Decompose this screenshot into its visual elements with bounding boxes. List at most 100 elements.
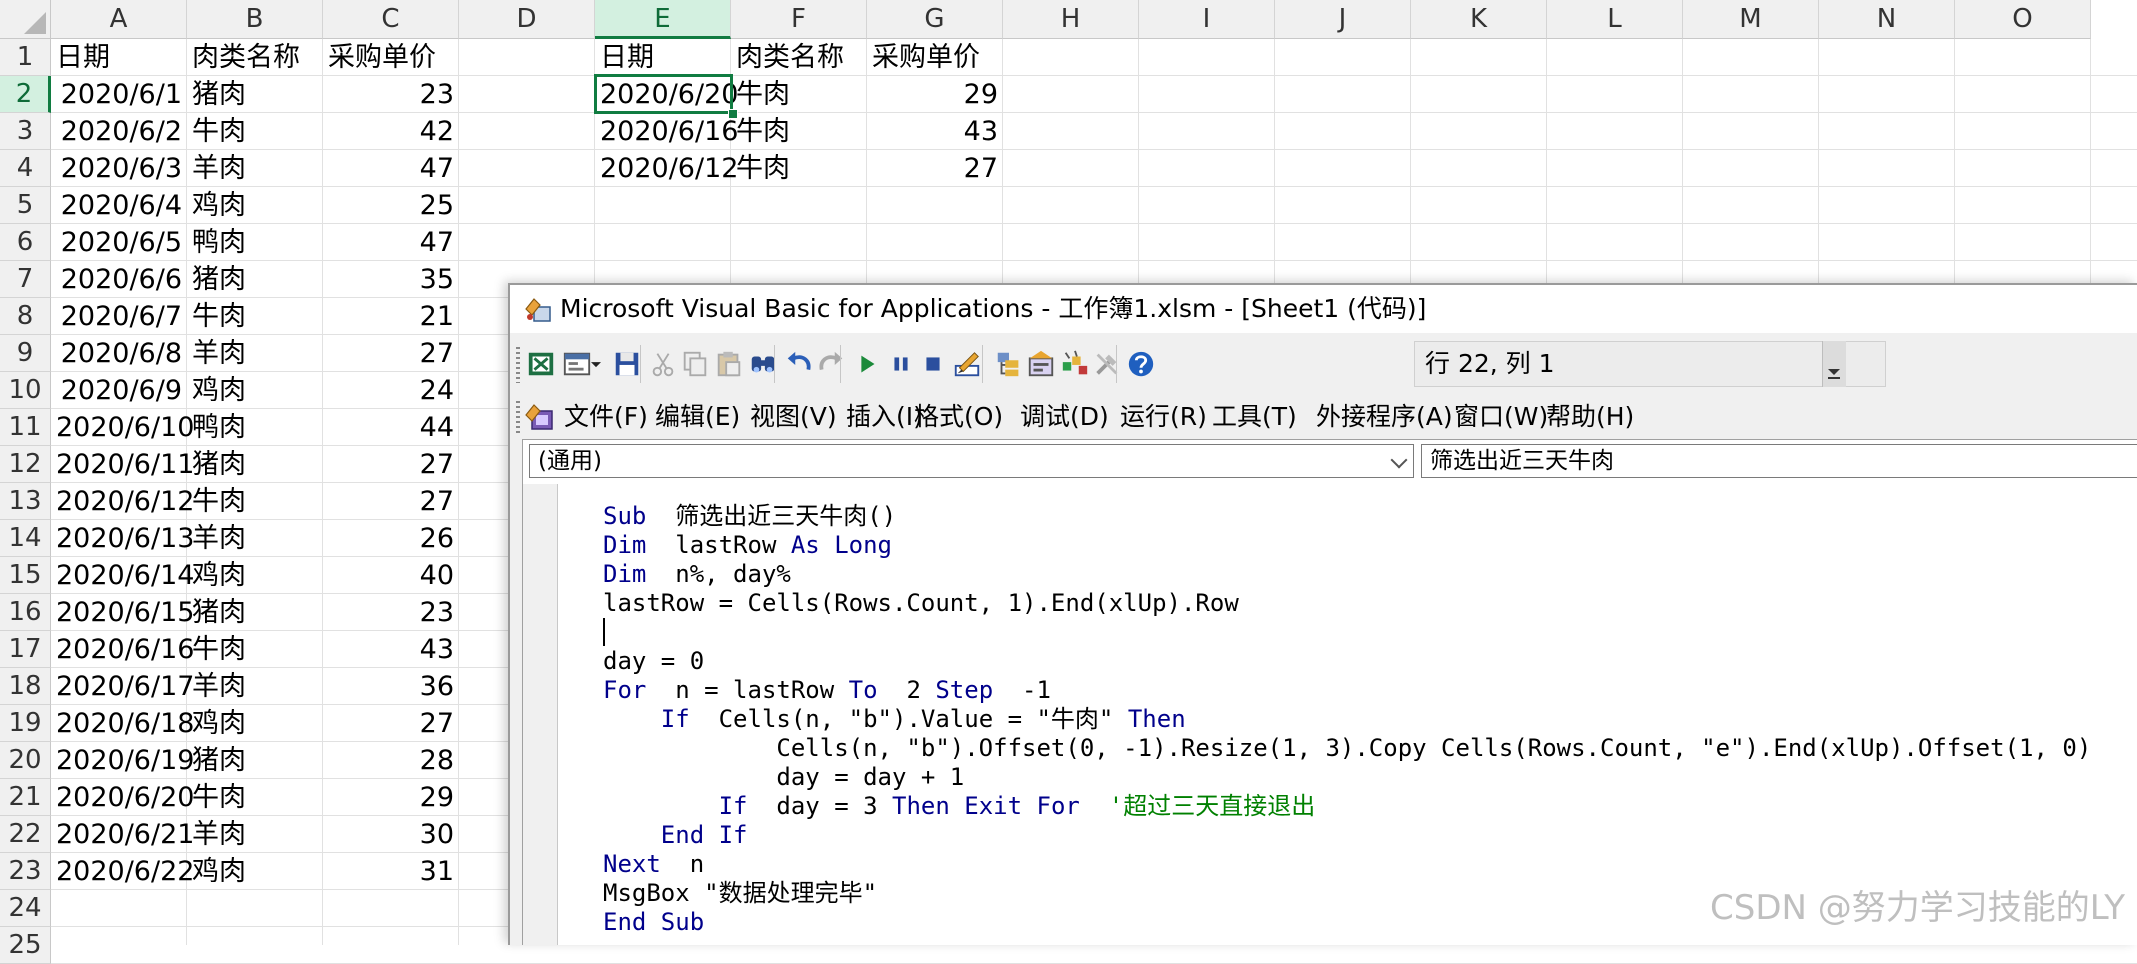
unit-price-cell[interactable]: 21 xyxy=(323,298,459,335)
meat-name-cell[interactable]: 牛肉 xyxy=(187,631,323,668)
meat-name-cell[interactable]: 羊肉 xyxy=(187,150,323,187)
code-margin-indicator-bar[interactable] xyxy=(523,484,558,945)
row-header-9[interactable]: 9 xyxy=(0,335,51,372)
date-cell[interactable]: 2020/6/17 xyxy=(51,668,194,705)
code-line[interactable]: End Sub xyxy=(603,908,704,937)
unit-price-cell[interactable]: 43 xyxy=(867,113,1003,150)
code-line[interactable]: Cells(n, "b").Offset(0, -1).Resize(1, 3)… xyxy=(603,734,2091,763)
date-cell[interactable]: 2020/6/21 xyxy=(51,816,194,853)
unit-price-cell[interactable]: 30 xyxy=(323,816,459,853)
meat-name-cell[interactable]: 羊肉 xyxy=(187,335,323,372)
table-header-cell[interactable]: 采购单价 xyxy=(323,39,459,76)
properties-button[interactable] xyxy=(1024,347,1058,381)
code-line[interactable]: day = 0 xyxy=(603,647,704,676)
column-header-c[interactable]: C xyxy=(323,0,459,39)
column-header-k[interactable]: K xyxy=(1411,0,1547,39)
menu-item-3[interactable]: 插入(I) xyxy=(846,399,923,435)
date-cell[interactable]: 2020/6/12 xyxy=(51,483,194,520)
unit-price-cell[interactable]: 27 xyxy=(323,335,459,372)
unit-price-cell[interactable]: 35 xyxy=(323,261,459,298)
date-cell[interactable]: 2020/6/7 xyxy=(51,298,187,335)
unit-price-cell[interactable]: 27 xyxy=(867,150,1003,187)
column-header-e[interactable]: E xyxy=(595,0,731,39)
unit-price-cell[interactable]: 24 xyxy=(323,372,459,409)
date-cell[interactable]: 2020/6/18 xyxy=(51,705,194,742)
code-line[interactable]: Sub 筛选出近三天牛肉() xyxy=(603,502,896,531)
meat-name-cell[interactable]: 牛肉 xyxy=(187,113,323,150)
unit-price-cell[interactable]: 25 xyxy=(323,187,459,224)
excel-view-button[interactable] xyxy=(524,347,558,381)
code-line[interactable]: If Cells(n, "b").Value = "牛肉" Then xyxy=(603,705,1186,734)
menu-item-2[interactable]: 视图(V) xyxy=(750,399,837,435)
menu-item-4[interactable]: 格式(O) xyxy=(914,399,1003,435)
date-cell[interactable]: 2020/6/16 xyxy=(595,113,738,150)
code-line[interactable]: Dim lastRow As Long xyxy=(603,531,892,560)
menubar-grip[interactable] xyxy=(516,401,520,433)
meat-name-cell[interactable]: 猪肉 xyxy=(187,76,323,113)
meat-name-cell[interactable]: 牛肉 xyxy=(731,150,867,187)
run-button[interactable] xyxy=(850,347,884,381)
row-header-14[interactable]: 14 xyxy=(0,520,51,557)
unit-price-cell[interactable]: 40 xyxy=(323,557,459,594)
meat-name-cell[interactable]: 羊肉 xyxy=(187,816,323,853)
row-header-18[interactable]: 18 xyxy=(0,668,51,705)
menu-item-5[interactable]: 调试(D) xyxy=(1020,399,1109,435)
active-cell-e2[interactable] xyxy=(594,74,733,114)
date-cell[interactable]: 2020/6/13 xyxy=(51,520,194,557)
code-line[interactable]: lastRow = Cells(Rows.Count, 1).End(xlUp)… xyxy=(603,589,1239,618)
meat-name-cell[interactable]: 牛肉 xyxy=(731,76,867,113)
column-header-a[interactable]: A xyxy=(51,0,187,39)
date-cell[interactable]: 2020/6/11 xyxy=(51,446,194,483)
unit-price-cell[interactable]: 29 xyxy=(323,779,459,816)
row-header-5[interactable]: 5 xyxy=(0,187,51,224)
row-header-11[interactable]: 11 xyxy=(0,409,51,446)
code-line[interactable]: For n = lastRow To 2 Step -1 xyxy=(603,676,1051,705)
code-window[interactable]: (通用) 筛选出近三天牛肉 Sub 筛选出近三天牛肉() Dim lastRow … xyxy=(522,439,2137,945)
date-cell[interactable]: 2020/6/8 xyxy=(51,335,187,372)
unit-price-cell[interactable]: 27 xyxy=(323,483,459,520)
column-header-n[interactable]: N xyxy=(1819,0,1955,39)
design-mode-button[interactable] xyxy=(950,347,984,381)
column-header-m[interactable]: M xyxy=(1683,0,1819,39)
vba-editor-window[interactable]: Microsoft Visual Basic for Applications … xyxy=(508,283,2137,945)
meat-name-cell[interactable]: 牛肉 xyxy=(187,298,323,335)
select-all-corner[interactable] xyxy=(0,0,51,39)
code-line[interactable]: MsgBox "数据处理完毕" xyxy=(603,879,877,908)
code-line[interactable]: If day = 3 Then Exit For '超过三天直接退出 xyxy=(603,792,1316,821)
menu-item-8[interactable]: 外接程序(A) xyxy=(1316,399,1453,435)
code-editor-area[interactable]: Sub 筛选出近三天牛肉() Dim lastRow As Long Dim n%,… xyxy=(559,484,2137,945)
row-header-10[interactable]: 10 xyxy=(0,372,51,409)
column-header-o[interactable]: O xyxy=(1955,0,2091,39)
date-cell[interactable]: 2020/6/3 xyxy=(51,150,187,187)
unit-price-cell[interactable]: 47 xyxy=(323,150,459,187)
row-header-6[interactable]: 6 xyxy=(0,224,51,261)
meat-name-cell[interactable]: 羊肉 xyxy=(187,520,323,557)
date-cell[interactable]: 2020/6/9 xyxy=(51,372,187,409)
table-header-cell[interactable]: 肉类名称 xyxy=(731,39,867,76)
meat-name-cell[interactable]: 猪肉 xyxy=(187,446,323,483)
row-header-25[interactable]: 25 xyxy=(0,927,51,964)
meat-name-cell[interactable]: 牛肉 xyxy=(731,113,867,150)
row-header-21[interactable]: 21 xyxy=(0,779,51,816)
menu-item-1[interactable]: 编辑(E) xyxy=(655,399,740,435)
date-cell[interactable]: 2020/6/16 xyxy=(51,631,194,668)
date-cell[interactable]: 2020/6/5 xyxy=(51,224,187,261)
meat-name-cell[interactable]: 猪肉 xyxy=(187,742,323,779)
save-button[interactable] xyxy=(610,347,644,381)
meat-name-cell[interactable]: 鸭肉 xyxy=(187,224,323,261)
meat-name-cell[interactable]: 鸡肉 xyxy=(187,557,323,594)
code-line[interactable]: day = day + 1 xyxy=(603,763,964,792)
date-cell[interactable]: 2020/6/19 xyxy=(51,742,194,779)
column-header-i[interactable]: I xyxy=(1139,0,1275,39)
unit-price-cell[interactable]: 26 xyxy=(323,520,459,557)
toolbar-grip[interactable] xyxy=(516,347,520,383)
unit-price-cell[interactable]: 44 xyxy=(323,409,459,446)
meat-name-cell[interactable]: 猪肉 xyxy=(187,594,323,631)
menu-item-7[interactable]: 工具(T) xyxy=(1212,399,1297,435)
paste-button[interactable] xyxy=(712,347,746,381)
column-header-g[interactable]: G xyxy=(867,0,1003,39)
meat-name-cell[interactable]: 鸭肉 xyxy=(187,409,323,446)
meat-name-cell[interactable]: 牛肉 xyxy=(187,483,323,520)
unit-price-cell[interactable]: 42 xyxy=(323,113,459,150)
undo-button[interactable] xyxy=(782,347,816,381)
